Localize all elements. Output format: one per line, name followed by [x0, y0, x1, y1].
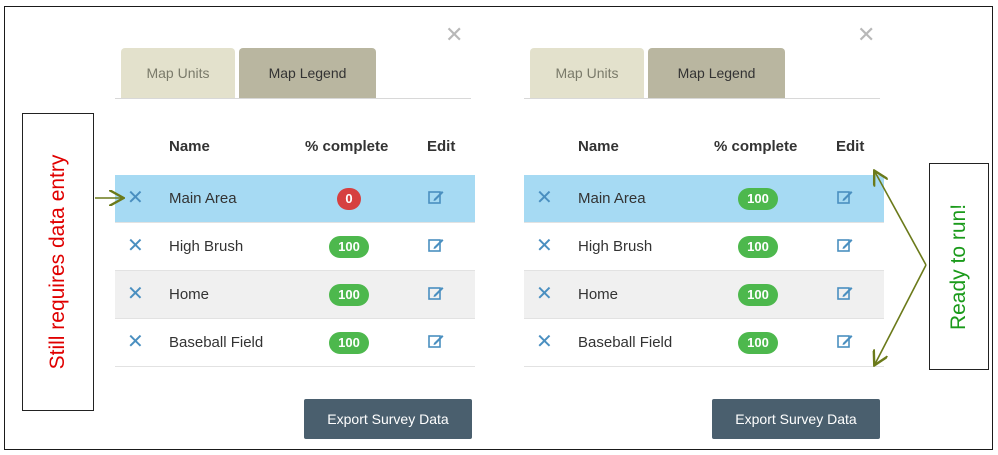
edit-icon[interactable] — [836, 188, 854, 206]
row-name: Main Area — [578, 190, 646, 207]
table-row[interactable]: ✕ Home 100 — [524, 271, 884, 319]
edit-icon[interactable] — [427, 332, 445, 350]
annotation-text-left: Still requires data entry — [46, 154, 69, 370]
tab-map-legend[interactable]: Map Legend — [648, 48, 785, 98]
table-header: Name % complete Edit — [524, 138, 884, 160]
status-badge: 100 — [738, 188, 778, 210]
tab-map-units[interactable]: Map Units — [121, 48, 235, 98]
table-row[interactable]: ✕ High Brush 100 — [115, 223, 475, 271]
edit-icon[interactable] — [836, 332, 854, 350]
status-badge: 100 — [329, 332, 369, 354]
edit-icon[interactable] — [427, 188, 445, 206]
table-row[interactable]: ✕ High Brush 100 — [524, 223, 884, 271]
row-name: High Brush — [578, 238, 653, 255]
delete-icon[interactable]: ✕ — [536, 235, 553, 257]
row-name: Baseball Field — [169, 334, 264, 351]
annotation-box-left: Still requires data entry — [22, 113, 94, 411]
table-row[interactable]: ✕ Main Area 0 — [115, 175, 475, 223]
column-header-name: Name — [578, 138, 619, 155]
column-header-name: Name — [169, 138, 210, 155]
table-row[interactable]: ✕ Baseball Field 100 — [524, 319, 884, 367]
close-icon[interactable]: ✕ — [445, 24, 463, 46]
status-badge: 100 — [738, 284, 778, 306]
map-panel-right: ✕ Map Units Map Legend Name % complete E… — [524, 24, 884, 440]
column-header-edit: Edit — [836, 138, 865, 155]
status-badge: 100 — [329, 236, 369, 258]
status-badge: 100 — [329, 284, 369, 306]
table-row[interactable]: ✕ Main Area 100 — [524, 175, 884, 223]
row-name: Main Area — [169, 190, 237, 207]
column-header-edit: Edit — [427, 138, 456, 155]
tab-bar: Map Units Map Legend — [524, 48, 880, 99]
delete-icon[interactable]: ✕ — [536, 283, 553, 305]
tab-map-units[interactable]: Map Units — [530, 48, 644, 98]
delete-icon[interactable]: ✕ — [127, 283, 144, 305]
export-survey-data-button[interactable]: Export Survey Data — [304, 399, 472, 439]
tab-bar: Map Units Map Legend — [115, 48, 471, 99]
delete-icon[interactable]: ✕ — [127, 235, 144, 257]
tab-map-legend[interactable]: Map Legend — [239, 48, 376, 98]
edit-icon[interactable] — [427, 284, 445, 302]
column-header-complete: % complete — [305, 138, 389, 155]
row-name: Home — [578, 286, 619, 303]
delete-icon[interactable]: ✕ — [127, 187, 144, 209]
delete-icon[interactable]: ✕ — [536, 187, 553, 209]
table-header: Name % complete Edit — [115, 138, 475, 160]
delete-icon[interactable]: ✕ — [536, 331, 553, 353]
table-row[interactable]: ✕ Baseball Field 100 — [115, 319, 475, 367]
status-badge: 0 — [337, 188, 361, 210]
status-badge: 100 — [738, 236, 778, 258]
export-survey-data-button[interactable]: Export Survey Data — [712, 399, 880, 439]
edit-icon[interactable] — [427, 236, 445, 254]
delete-icon[interactable]: ✕ — [127, 331, 144, 353]
annotation-text-right: Ready to run! — [947, 203, 970, 330]
column-header-complete: % complete — [714, 138, 798, 155]
status-badge: 100 — [738, 332, 778, 354]
close-icon[interactable]: ✕ — [857, 24, 875, 46]
table-row[interactable]: ✕ Home 100 — [115, 271, 475, 319]
row-name: High Brush — [169, 238, 244, 255]
row-name: Home — [169, 286, 210, 303]
edit-icon[interactable] — [836, 284, 854, 302]
annotation-box-right: Ready to run! — [929, 163, 989, 370]
map-panel-left: ✕ Map Units Map Legend Name % complete E… — [115, 24, 475, 440]
row-name: Baseball Field — [578, 334, 673, 351]
edit-icon[interactable] — [836, 236, 854, 254]
